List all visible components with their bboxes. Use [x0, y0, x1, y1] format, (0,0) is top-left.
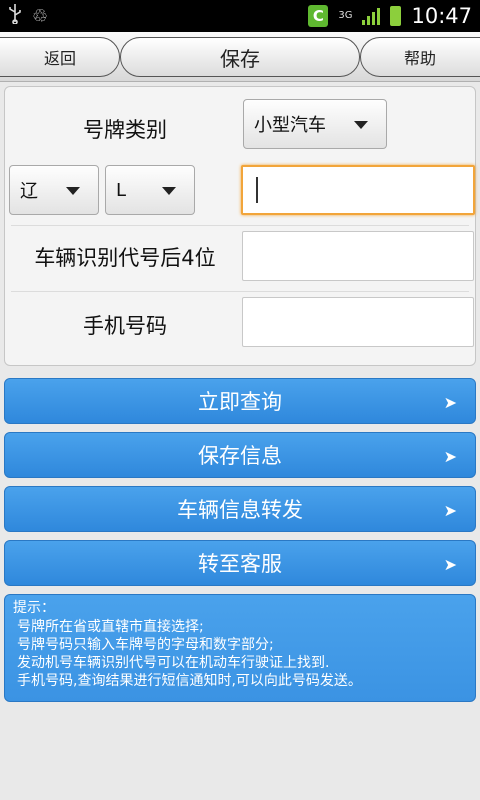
title-bar: 返回 保存 帮助 — [0, 32, 480, 82]
app-badge-icon: C — [308, 5, 329, 27]
triangle-down-icon — [354, 121, 368, 129]
status-bar-left: ♲ — [8, 3, 49, 29]
city-letter-select[interactable]: L — [105, 165, 195, 215]
vin-label: 车辆识别代号后4位 — [34, 246, 216, 270]
usb-icon — [8, 3, 22, 29]
query-now-label: 立即查询 — [198, 390, 282, 414]
tip-line: 号牌号码只输入车牌号的字母和数字部分; — [17, 637, 274, 653]
network-type: 3G — [338, 10, 353, 21]
status-bar-right: C 3G 10:47 — [308, 4, 472, 28]
plate-type-value: 小型汽车 — [254, 115, 326, 136]
save-info-button[interactable]: 保存信息 ➤ — [4, 432, 476, 478]
phone-input[interactable] — [242, 297, 474, 347]
chevron-right-icon: ➤ — [443, 555, 457, 574]
help-button[interactable]: 帮助 — [360, 37, 480, 77]
tip-line: 号牌所在省或直辖市直接选择; — [17, 619, 204, 635]
chevron-right-icon: ➤ — [443, 501, 457, 520]
city-letter-value: L — [116, 179, 127, 201]
tips-box: 提示： 号牌所在省或直辖市直接选择; 号牌号码只输入车牌号的字母和数字部分; 发… — [4, 594, 476, 702]
province-select[interactable]: 辽 — [9, 165, 99, 215]
forward-vehicle-info-button[interactable]: 车辆信息转发 ➤ — [4, 486, 476, 532]
chevron-right-icon: ➤ — [443, 393, 457, 412]
tip-line: 发动机号车辆识别代号可以在机动车行驶证上找到. — [17, 655, 330, 671]
signal-strength-icon — [362, 7, 381, 25]
plate-type-label: 号牌类别 — [83, 118, 167, 142]
province-value: 辽 — [20, 181, 38, 202]
forward-vehicle-info-label: 车辆信息转发 — [177, 498, 303, 522]
back-button[interactable]: 返回 — [0, 37, 120, 77]
tips-title: 提示： — [13, 600, 55, 616]
recycle-icon: ♲ — [32, 5, 49, 27]
save-info-label: 保存信息 — [198, 444, 282, 468]
triangle-down-icon — [162, 187, 176, 195]
customer-service-label: 转至客服 — [198, 552, 282, 576]
battery-icon — [390, 6, 402, 26]
vin-input[interactable] — [242, 231, 474, 281]
row-divider — [11, 291, 469, 292]
plate-type-select[interactable]: 小型汽车 — [243, 99, 387, 149]
phone-label: 手机号码 — [83, 314, 167, 338]
customer-service-button[interactable]: 转至客服 ➤ — [4, 540, 476, 586]
clock: 10:47 — [411, 4, 472, 28]
status-bar: ♲ C 3G 10:47 — [0, 0, 480, 32]
tip-line: 手机号码,查询结果进行短信通知时,可以向此号码发送。 — [17, 673, 362, 689]
query-now-button[interactable]: 立即查询 ➤ — [4, 378, 476, 424]
plate-number-input[interactable] — [241, 165, 475, 215]
text-cursor — [256, 177, 258, 203]
triangle-down-icon — [66, 187, 80, 195]
vehicle-form: 号牌类别 小型汽车 辽 L 车辆识别代号后4位 手机号码 — [4, 86, 476, 366]
save-button[interactable]: 保存 — [120, 37, 360, 77]
row-divider — [11, 225, 469, 226]
chevron-right-icon: ➤ — [443, 447, 457, 466]
